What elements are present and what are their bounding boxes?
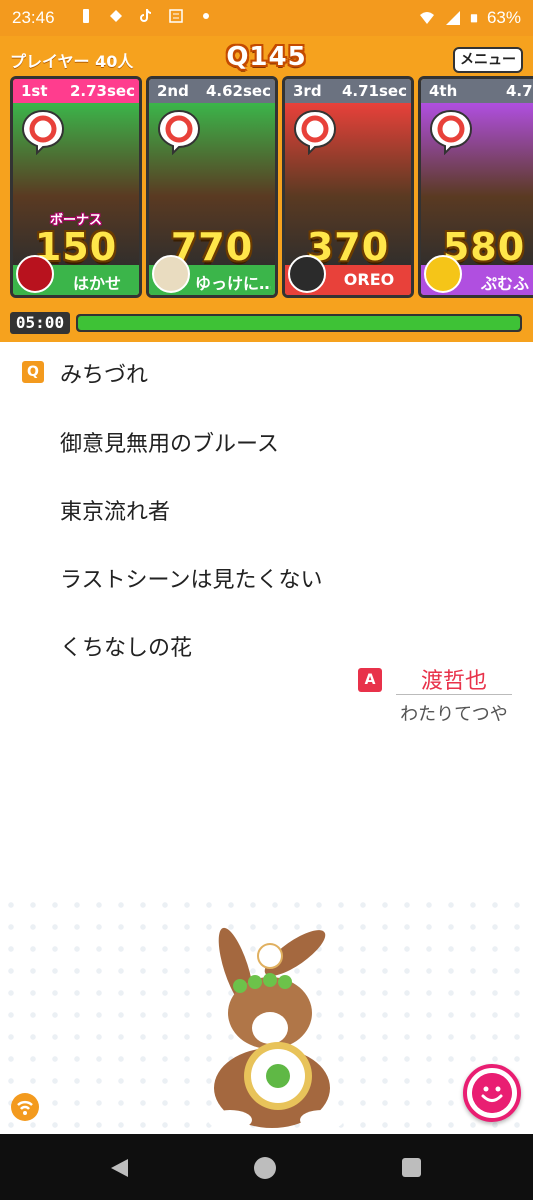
- player-avatar: [152, 255, 190, 293]
- system-nav-bar: [0, 1134, 533, 1200]
- question-line: ラストシーンは見たくない: [60, 568, 323, 593]
- countdown-timer: 05:00: [10, 312, 70, 334]
- correct-icon: [293, 109, 337, 155]
- app-notification-icon-2: [169, 9, 183, 23]
- name-bar: はかせ: [13, 255, 139, 295]
- wifi-icon: [419, 12, 434, 24]
- rabbit-mascot: [208, 927, 344, 1130]
- player-card-4[interactable]: 4th 4.77 580 ぷむふ: [418, 76, 533, 298]
- answer-reading: わたりてつや: [400, 704, 508, 725]
- player-rank: 1st: [21, 82, 48, 100]
- system-icons: 63%: [417, 8, 521, 28]
- player-card-2[interactable]: 2nd 4.62sec 770 ゆっけに…: [146, 76, 278, 298]
- time-progress-bar: [76, 314, 522, 332]
- player-avatar: [16, 255, 54, 293]
- question-badge: Q: [22, 361, 44, 383]
- battery-percent: 63%: [486, 8, 521, 27]
- smile-icon: [472, 1073, 512, 1113]
- back-icon[interactable]: [108, 1157, 130, 1179]
- recent-apps-icon[interactable]: [402, 1158, 421, 1177]
- home-icon[interactable]: [254, 1157, 276, 1179]
- status-time: 23:46: [12, 8, 55, 27]
- rank-bar: 2nd 4.62sec: [149, 79, 275, 103]
- player-name: OREO: [343, 270, 395, 289]
- correct-icon: [157, 109, 201, 155]
- correct-icon: [21, 109, 65, 155]
- player-rank: 3rd: [293, 82, 322, 100]
- connection-icon[interactable]: [10, 1092, 40, 1122]
- player-name: ぷむふ: [480, 274, 529, 293]
- question-line: 御意見無用のブルース: [60, 432, 279, 457]
- player-card-1[interactable]: 1st 2.73sec ボーナス 150 はかせ: [10, 76, 142, 298]
- player-card-3[interactable]: 3rd 4.71sec 370 OREO: [282, 76, 414, 298]
- answer-time: 2.73sec: [69, 82, 135, 100]
- player-avatar: [288, 255, 326, 293]
- battery-saver-icon: [83, 9, 89, 23]
- battery-icon: [470, 14, 478, 23]
- signal-icon: [445, 11, 460, 25]
- player-name: はかせ: [72, 274, 121, 293]
- player-rank: 2nd: [157, 82, 189, 100]
- menu-button[interactable]: メニュー: [453, 47, 523, 73]
- rank-bar: 3rd 4.71sec: [285, 79, 411, 103]
- status-bar: 23:46 63%: [0, 0, 533, 36]
- player-name: ゆっけに…: [195, 274, 271, 293]
- name-bar: ゆっけに…: [149, 255, 275, 295]
- dot-icon: [203, 13, 209, 19]
- question-area: Q みちづれ 御意見無用のブルース 東京流れ者 ラストシーンは見たくない くちな…: [0, 342, 533, 1134]
- name-bar: ぷむふ: [421, 255, 533, 295]
- name-bar: OREO: [285, 255, 411, 295]
- answer-time: 4.77: [505, 82, 533, 100]
- question-line: くちなしの花: [60, 636, 193, 661]
- answer-time: 4.62sec: [205, 82, 271, 100]
- question-line: 東京流れ者: [60, 500, 171, 525]
- answer-time: 4.71sec: [341, 82, 407, 100]
- answer-badge: A: [358, 668, 382, 692]
- reaction-button[interactable]: [463, 1064, 521, 1122]
- player-cards: 1st 2.73sec ボーナス 150 はかせ 2nd 4.62sec 770…: [10, 76, 533, 300]
- rank-bar: 1st 2.73sec: [13, 79, 139, 103]
- answer-text: 渡哲也: [420, 669, 487, 694]
- answer-divider: [396, 694, 512, 695]
- question-title: みちづれ: [60, 363, 149, 388]
- app-notification-icon: [110, 10, 122, 22]
- tiktok-icon: [140, 8, 152, 22]
- notification-icons: [78, 8, 214, 24]
- player-rank: 4th: [429, 82, 458, 100]
- correct-icon: [429, 109, 473, 155]
- rank-bar: 4th 4.77: [421, 79, 533, 103]
- player-avatar: [424, 255, 462, 293]
- time-progress-fill: [78, 316, 520, 330]
- game-header: プレイヤー 40人 Q145 メニュー 1st 2.73sec ボーナス 150…: [0, 36, 533, 342]
